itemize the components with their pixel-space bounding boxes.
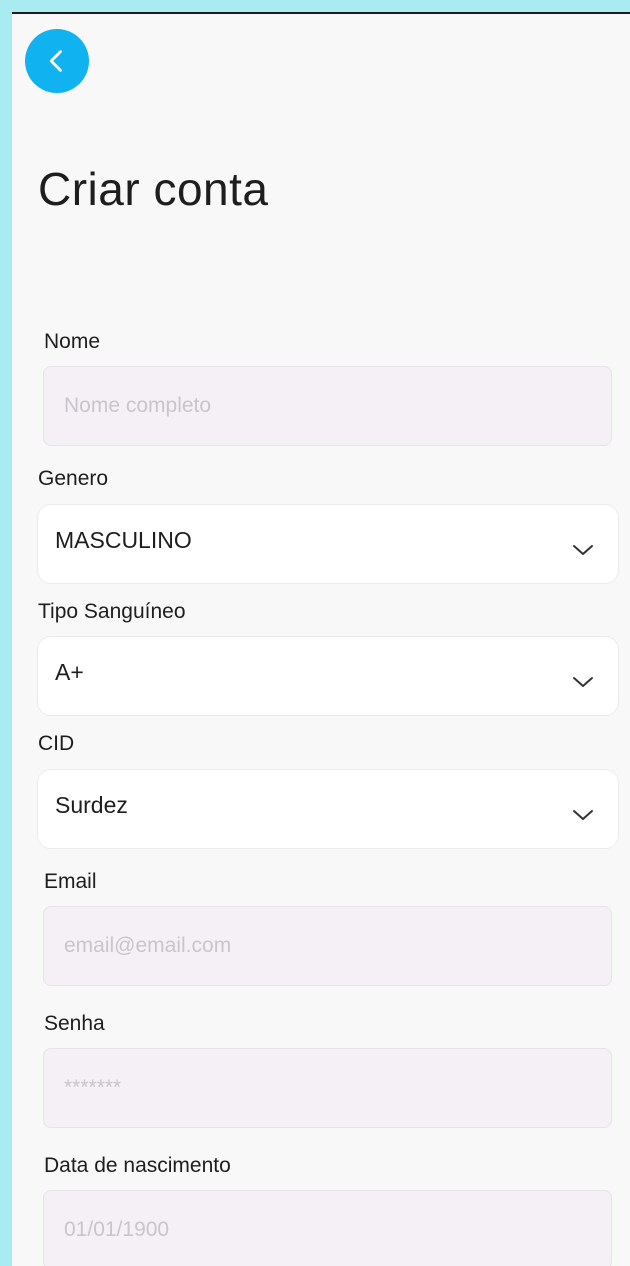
email-input[interactable] — [43, 906, 612, 986]
birth-date-label: Data de nascimento — [44, 1154, 231, 1177]
birth-date-input[interactable] — [43, 1190, 612, 1266]
password-input[interactable] — [43, 1048, 612, 1128]
name-input[interactable] — [43, 366, 612, 446]
chevron-left-icon — [49, 50, 62, 72]
cid-select[interactable]: Surdez — [37, 769, 619, 849]
name-label: Nome — [44, 330, 101, 353]
chevron-down-icon — [573, 810, 593, 820]
gender-select[interactable]: MASCULINO — [37, 504, 619, 584]
password-label: Senha — [44, 1012, 105, 1035]
blood-type-label: Tipo Sanguíneo — [38, 600, 186, 623]
page-title: Criar conta — [38, 163, 269, 215]
chevron-down-icon — [573, 677, 593, 687]
email-label: Email — [44, 870, 97, 893]
cid-select-value: Surdez — [55, 792, 128, 818]
app-screen: Criar conta Nome Genero MASCULINO Tipo S… — [12, 12, 630, 1266]
back-button[interactable] — [25, 29, 89, 93]
cid-label: CID — [38, 732, 75, 755]
gender-label: Genero — [38, 467, 109, 490]
blood-type-select[interactable]: A+ — [37, 636, 619, 716]
gender-select-value: MASCULINO — [55, 527, 192, 553]
chevron-down-icon — [573, 545, 593, 555]
blood-type-select-value: A+ — [55, 659, 84, 685]
